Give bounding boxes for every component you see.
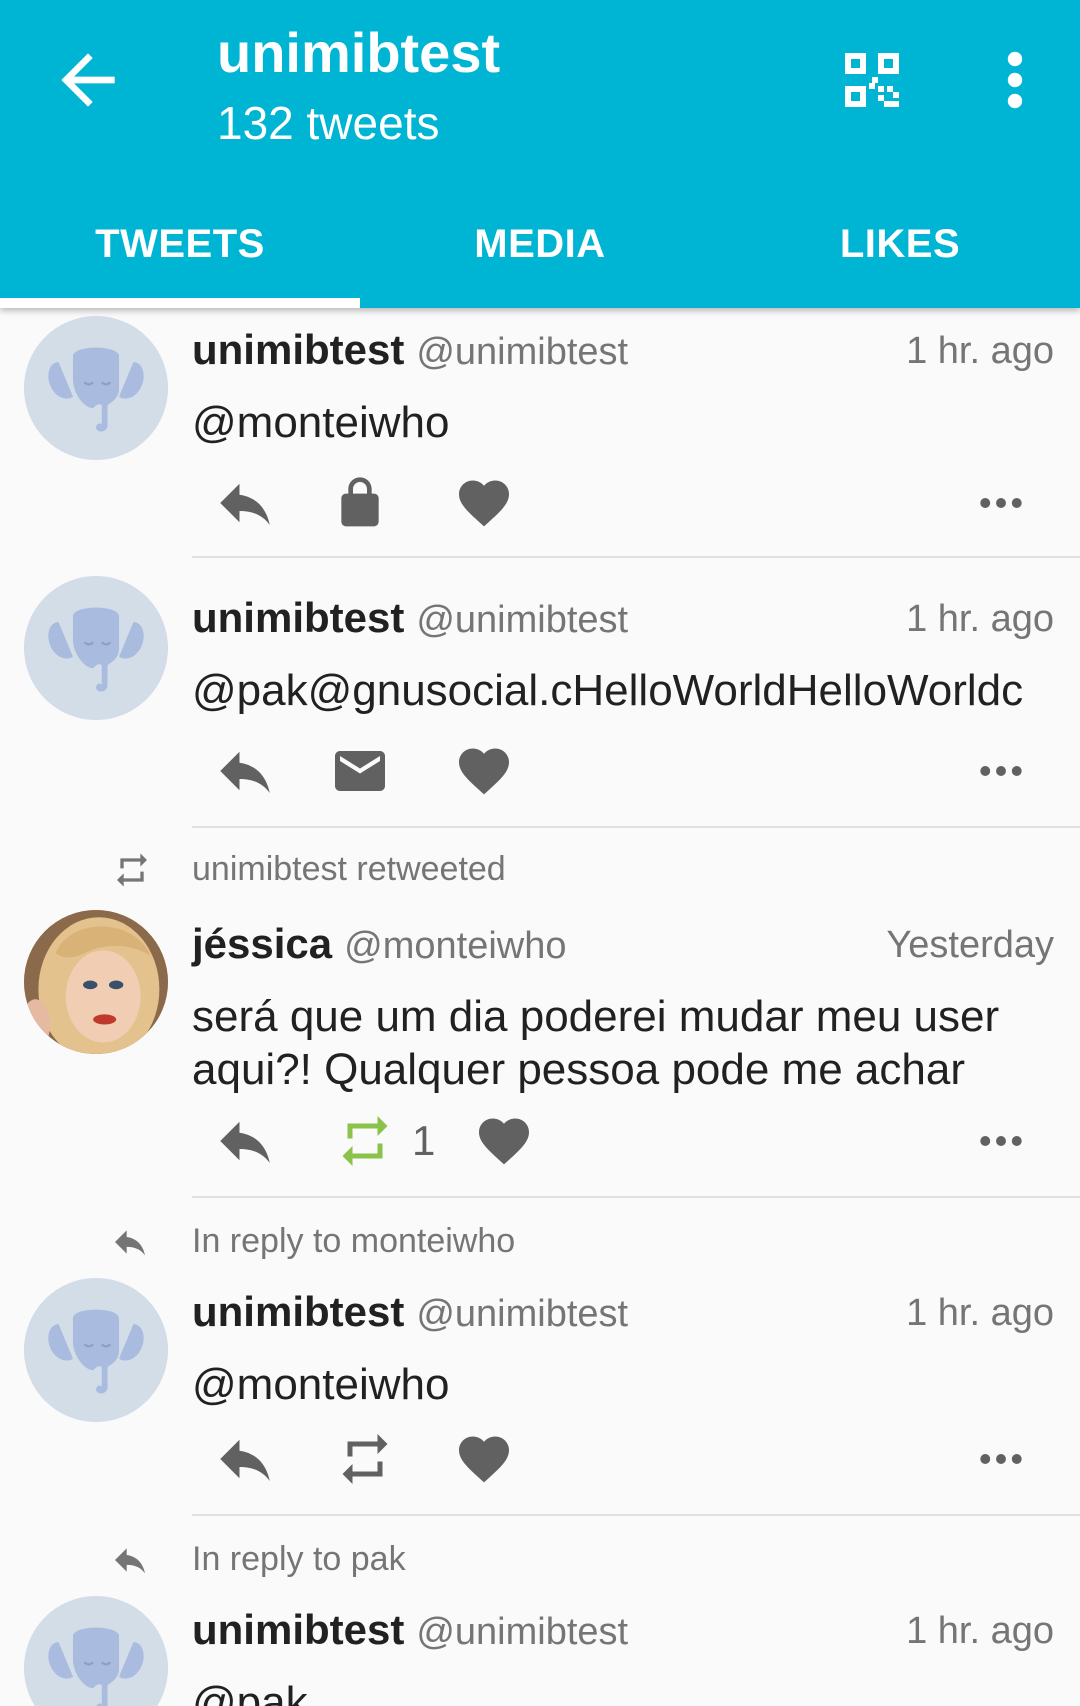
retweet-context-icon	[108, 850, 156, 890]
more-vert-icon	[1007, 51, 1023, 109]
tweet-time: 1 hr. ago	[906, 1610, 1054, 1652]
author-handle: @unimibtest	[416, 331, 629, 373]
tweet-text: @monteiwho	[192, 398, 450, 447]
tab-tweets[interactable]: TWEETS	[0, 180, 360, 308]
avatar[interactable]	[24, 576, 168, 720]
more-button[interactable]	[974, 1106, 1028, 1176]
author-name: unimibtest @unimibtest	[192, 1288, 628, 1336]
tweet-text: @monteiwho	[192, 1360, 450, 1409]
author-name: unimibtest @unimibtest	[192, 1606, 628, 1654]
elephant-avatar-icon	[24, 1278, 168, 1422]
retweet-context[interactable]: unimibtest retweeted	[192, 850, 506, 889]
tweet-item[interactable]: unimibtest @unimibtest 1 hr. ago @monteiw…	[0, 308, 1080, 558]
reply-context[interactable]: In reply to monteiwho	[192, 1222, 515, 1261]
reply-icon	[212, 738, 278, 804]
app-bar: unimibtest 132 tweets TWEETS MEDIA LIKES	[0, 0, 1080, 308]
tab-likes[interactable]: LIKES	[720, 180, 1080, 308]
reply-button[interactable]	[212, 468, 278, 538]
reply-icon	[212, 1108, 278, 1174]
more-button[interactable]	[974, 468, 1028, 538]
tweet-time: 1 hr. ago	[906, 330, 1054, 372]
retweet-count: 1	[412, 1117, 436, 1164]
tweet-text: @pak	[192, 1678, 308, 1706]
heart-icon	[454, 473, 514, 533]
more-horiz-icon	[974, 476, 1028, 530]
more-horiz-icon	[974, 1114, 1028, 1168]
retweet-button[interactable]	[330, 1424, 400, 1494]
more-horiz-icon	[974, 744, 1028, 798]
tweet-text: @pak@gnusocial.cHelloWorldHelloWorldc	[192, 666, 1024, 715]
more-button[interactable]	[974, 736, 1028, 806]
tweet-text: será que um dia poderei mudar meu user a…	[192, 992, 1000, 1094]
tweet-count: 132 tweets	[217, 97, 440, 149]
author-display-name: jéssica	[192, 920, 333, 967]
reply-button[interactable]	[212, 1106, 278, 1176]
user-photo-avatar	[24, 910, 168, 1054]
more-button[interactable]	[974, 1424, 1028, 1494]
reply-icon	[212, 470, 278, 536]
like-button[interactable]	[454, 468, 514, 538]
author-handle: @unimibtest	[416, 1611, 629, 1653]
like-button[interactable]	[454, 736, 514, 806]
heart-icon	[454, 741, 514, 801]
avatar[interactable]	[24, 910, 168, 1054]
tweet-item[interactable]: In reply to pak unimibtest @unimibtest 1 …	[0, 1516, 1080, 1706]
like-button[interactable]	[474, 1106, 534, 1176]
tab-media[interactable]: MEDIA	[360, 180, 720, 308]
avatar[interactable]	[24, 1596, 168, 1706]
retweet-button[interactable]: 1	[330, 1106, 435, 1176]
profile-title: unimibtest	[217, 21, 501, 84]
qr-code-icon	[845, 53, 899, 107]
mail-icon	[330, 741, 390, 801]
tweet-actions: 1	[192, 1106, 1052, 1176]
reply-icon	[212, 1426, 278, 1492]
author-handle: @monteiwho	[344, 925, 567, 967]
lock-icon	[332, 473, 388, 533]
retweet-icon	[330, 1111, 400, 1171]
reply-context-icon	[108, 1540, 156, 1580]
reply-context-icon	[108, 1222, 156, 1262]
tweet-time: 1 hr. ago	[906, 598, 1054, 640]
author-handle: @unimibtest	[416, 1293, 629, 1335]
author-name: jéssica @monteiwho	[192, 920, 566, 968]
avatar[interactable]	[24, 1278, 168, 1422]
more-options-button[interactable]	[985, 44, 1045, 116]
author-display-name: unimibtest	[192, 594, 405, 641]
avatar[interactable]	[24, 316, 168, 460]
qr-code-button[interactable]	[836, 44, 908, 116]
tweet-actions	[192, 468, 1052, 538]
author-display-name: unimibtest	[192, 326, 405, 373]
author-name: unimibtest @unimibtest	[192, 326, 628, 374]
tweet-item[interactable]: unimibtest @unimibtest 1 hr. ago @pak@gnu…	[0, 558, 1080, 828]
direct-message-button[interactable]	[330, 736, 390, 806]
author-name: unimibtest @unimibtest	[192, 594, 628, 642]
elephant-avatar-icon	[24, 1596, 168, 1706]
author-display-name: unimibtest	[192, 1606, 405, 1653]
reply-button[interactable]	[212, 736, 278, 806]
tweet-item[interactable]: unimibtest retweeted jéssica @monteiwho Y…	[0, 828, 1080, 1198]
author-handle: @unimibtest	[416, 599, 629, 641]
heart-icon	[454, 1429, 514, 1489]
active-tab-indicator	[0, 298, 360, 308]
elephant-avatar-icon	[24, 576, 168, 720]
arrow-left-icon	[61, 53, 115, 107]
retweet-icon	[330, 1429, 400, 1489]
tweet-item[interactable]: In reply to monteiwho unimibtest @unimibt…	[0, 1198, 1080, 1516]
elephant-avatar-icon	[24, 316, 168, 460]
lock-button[interactable]	[332, 468, 388, 538]
tweet-actions	[192, 1424, 1052, 1494]
profile-tabs: TWEETS MEDIA LIKES	[0, 180, 1080, 308]
tweet-time: 1 hr. ago	[906, 1292, 1054, 1334]
author-display-name: unimibtest	[192, 1288, 405, 1335]
reply-context[interactable]: In reply to pak	[192, 1540, 406, 1579]
more-horiz-icon	[974, 1432, 1028, 1486]
reply-button[interactable]	[212, 1424, 278, 1494]
back-button[interactable]	[48, 40, 128, 120]
tweet-time: Yesterday	[886, 924, 1054, 966]
like-button[interactable]	[454, 1424, 514, 1494]
heart-icon	[474, 1111, 534, 1171]
tweet-actions	[192, 736, 1052, 806]
